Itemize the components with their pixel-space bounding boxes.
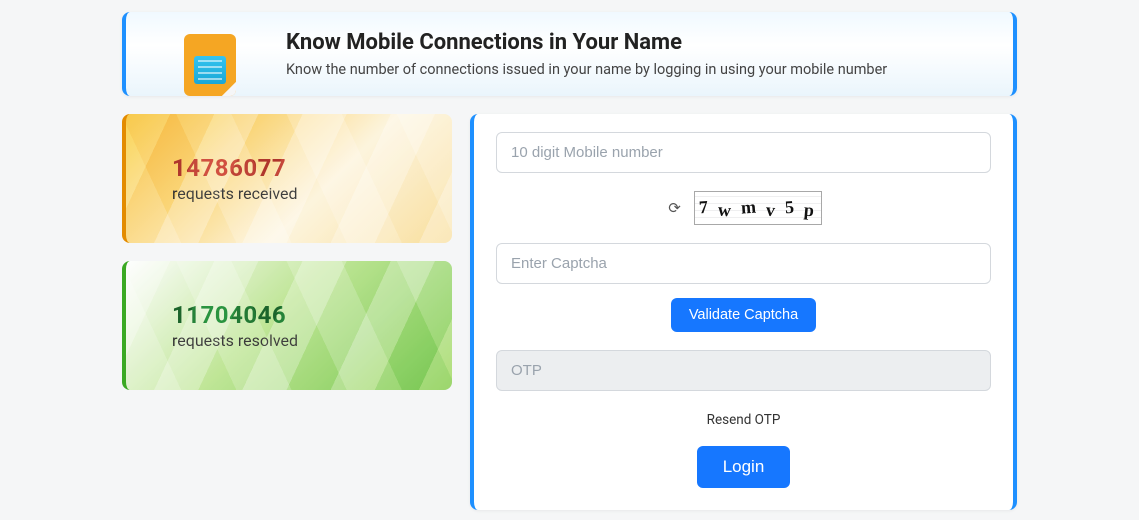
- stat-resolved-card: 11704046 requests resolved: [122, 261, 452, 390]
- hero-subtitle: Know the number of connections issued in…: [286, 61, 977, 78]
- resend-otp-link[interactable]: Resend OTP: [707, 412, 781, 428]
- refresh-captcha-icon[interactable]: ⟳: [666, 199, 684, 217]
- login-button[interactable]: Login: [697, 446, 791, 488]
- stat-received-count: 14786077: [172, 154, 426, 182]
- page-container: Know Mobile Connections in Your Name Kno…: [122, 0, 1017, 510]
- sim-card-icon: [184, 34, 236, 96]
- stat-resolved-count: 11704046: [172, 301, 426, 329]
- stat-received-label: requests received: [172, 184, 426, 203]
- otp-input[interactable]: [496, 350, 991, 391]
- login-form-card: ⟳ 7 w m v 5 p Validate Captcha Resend OT…: [470, 114, 1017, 510]
- stat-resolved-label: requests resolved: [172, 331, 426, 350]
- stats-column: 14786077 requests received 11704046 requ…: [122, 114, 452, 408]
- captcha-input[interactable]: [496, 243, 991, 284]
- mobile-number-input[interactable]: [496, 132, 991, 173]
- captcha-image: 7 w m v 5 p: [694, 191, 822, 225]
- stat-received-card: 14786077 requests received: [122, 114, 452, 243]
- hero-card: Know Mobile Connections in Your Name Kno…: [122, 12, 1017, 96]
- hero-title: Know Mobile Connections in Your Name: [286, 30, 977, 55]
- validate-captcha-button[interactable]: Validate Captcha: [671, 298, 816, 332]
